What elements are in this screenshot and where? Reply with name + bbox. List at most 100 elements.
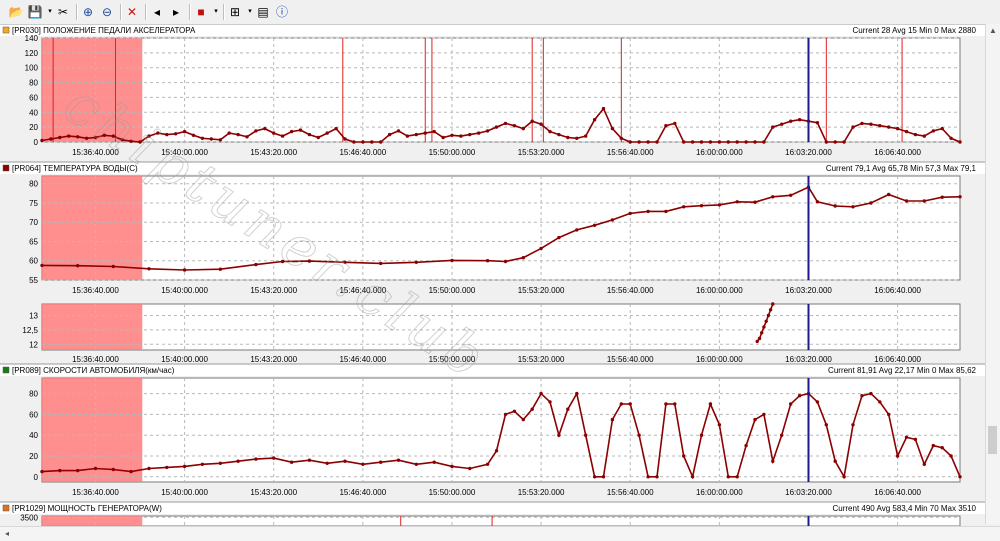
x-tick-label: 15:43:20.000 — [250, 355, 297, 364]
data-point — [307, 458, 312, 462]
open-icon[interactable]: 📂 — [8, 4, 24, 20]
color-icon[interactable]: ■ — [193, 4, 209, 20]
chart-area[interactable]: [PR030] ПОЛОЖЕНИЕ ПЕДАЛИ АКСЕЛЕРАТОРА Cur… — [0, 24, 1000, 540]
zoom-in-icon[interactable]: ⊕ — [80, 4, 96, 20]
data-point — [40, 469, 44, 474]
x-tick-label: 16:03:20.000 — [785, 148, 832, 157]
x-tick-label: 16:00:00.000 — [696, 488, 743, 497]
data-point — [450, 464, 454, 469]
plot-area[interactable] — [41, 303, 961, 351]
scroll-left-icon[interactable]: ◂ — [0, 529, 14, 538]
save-dropdown-icon[interactable]: ▾ — [46, 4, 54, 20]
y-tick-label: 60 — [29, 257, 38, 266]
data-point — [860, 394, 864, 398]
charts-svg[interactable]: [PR030] ПОЛОЖЕНИЕ ПЕДАЛИ АКСЕЛЕРАТОРА Cur… — [0, 24, 986, 526]
data-point — [842, 140, 846, 144]
save-icon[interactable]: 💾 — [27, 4, 43, 20]
legend-swatch — [2, 164, 10, 172]
x-tick-label: 16:03:20.000 — [785, 355, 832, 364]
data-point — [40, 263, 44, 268]
data-point — [539, 122, 543, 126]
data-point — [628, 402, 632, 406]
cut-icon[interactable]: ✂ — [55, 4, 71, 20]
grid-dropdown-icon[interactable]: ▾ — [246, 4, 254, 20]
next-icon[interactable]: ▸ — [168, 4, 184, 20]
info-icon[interactable]: ⓘ — [274, 4, 290, 20]
data-point — [833, 459, 837, 463]
data-point — [432, 460, 436, 464]
data-point — [753, 200, 757, 204]
data-point — [931, 129, 935, 133]
selection-highlight — [42, 304, 143, 350]
color-dropdown-icon[interactable]: ▾ — [212, 4, 220, 20]
y-tick-label: 75 — [29, 199, 38, 208]
data-point — [423, 131, 427, 135]
vertical-scroll-thumb[interactable] — [988, 426, 997, 454]
data-point — [396, 129, 401, 133]
panel-title: [PR1029] МОЩНОСТЬ ГЕНЕРАТОРА(W) — [12, 504, 162, 513]
data-point — [735, 475, 739, 479]
toolbar-separator — [145, 4, 147, 20]
y-tick-label: 0 — [34, 473, 39, 482]
grid-icon[interactable]: ⊞ — [227, 4, 243, 20]
data-point — [610, 417, 615, 422]
data-point — [789, 402, 793, 406]
legend-swatch — [2, 366, 10, 374]
data-point — [450, 133, 454, 137]
data-point — [699, 204, 704, 208]
selection-highlight — [42, 176, 143, 280]
x-tick-label: 16:00:00.000 — [696, 286, 743, 295]
scroll-up-icon[interactable]: ▲ — [986, 26, 1000, 35]
data-point — [575, 391, 579, 396]
data-point — [592, 118, 597, 122]
data-point — [860, 121, 864, 126]
data-point — [352, 140, 356, 144]
data-point — [887, 125, 891, 129]
data-point — [58, 468, 62, 473]
zoom-out-icon[interactable]: ⊖ — [99, 4, 115, 20]
data-point — [940, 446, 944, 450]
data-point — [361, 462, 365, 466]
previous-icon[interactable]: ◂ — [149, 4, 165, 20]
data-point — [441, 135, 445, 140]
data-point — [182, 268, 187, 272]
data-point — [726, 475, 730, 479]
x-tick-label: 15:53:20.000 — [518, 286, 565, 295]
data-point — [147, 267, 151, 271]
data-point — [780, 122, 784, 126]
data-point — [539, 391, 543, 396]
data-point — [539, 246, 543, 251]
data-point — [764, 319, 768, 323]
horizontal-scrollbar[interactable]: ◂ — [0, 526, 1000, 541]
data-point — [878, 124, 882, 128]
data-point — [789, 119, 793, 123]
data-point — [289, 460, 294, 464]
data-point — [851, 423, 855, 427]
panel-stats: Current 79,1 Avg 65,78 Min 57,3 Max 79,1 — [826, 164, 977, 173]
delete-icon[interactable]: ✕ — [124, 4, 140, 20]
data-point — [254, 457, 258, 461]
panel-stats: Current 28 Avg 15 Min 0 Max 2880 — [853, 26, 977, 35]
data-point — [503, 412, 508, 417]
data-point — [887, 412, 891, 417]
plot-area[interactable] — [41, 37, 961, 143]
data-point — [913, 132, 918, 137]
data-point — [316, 135, 320, 140]
vertical-scrollbar[interactable]: ▲ — [985, 24, 1000, 524]
x-tick-label: 15:46:40.000 — [339, 148, 386, 157]
x-tick-label: 15:46:40.000 — [339, 355, 386, 364]
data-point — [218, 461, 222, 465]
data-point — [646, 209, 650, 214]
data-point — [815, 200, 820, 204]
data-point — [682, 205, 686, 209]
data-point — [387, 132, 392, 137]
y-tick-label: 80 — [29, 79, 38, 88]
data-point — [637, 140, 641, 144]
data-point — [76, 264, 80, 268]
data-point — [49, 137, 53, 141]
data-point — [904, 129, 909, 134]
table-icon[interactable]: ▤ — [255, 4, 271, 20]
data-point — [833, 204, 837, 208]
data-point — [762, 325, 766, 329]
data-point — [450, 258, 454, 263]
